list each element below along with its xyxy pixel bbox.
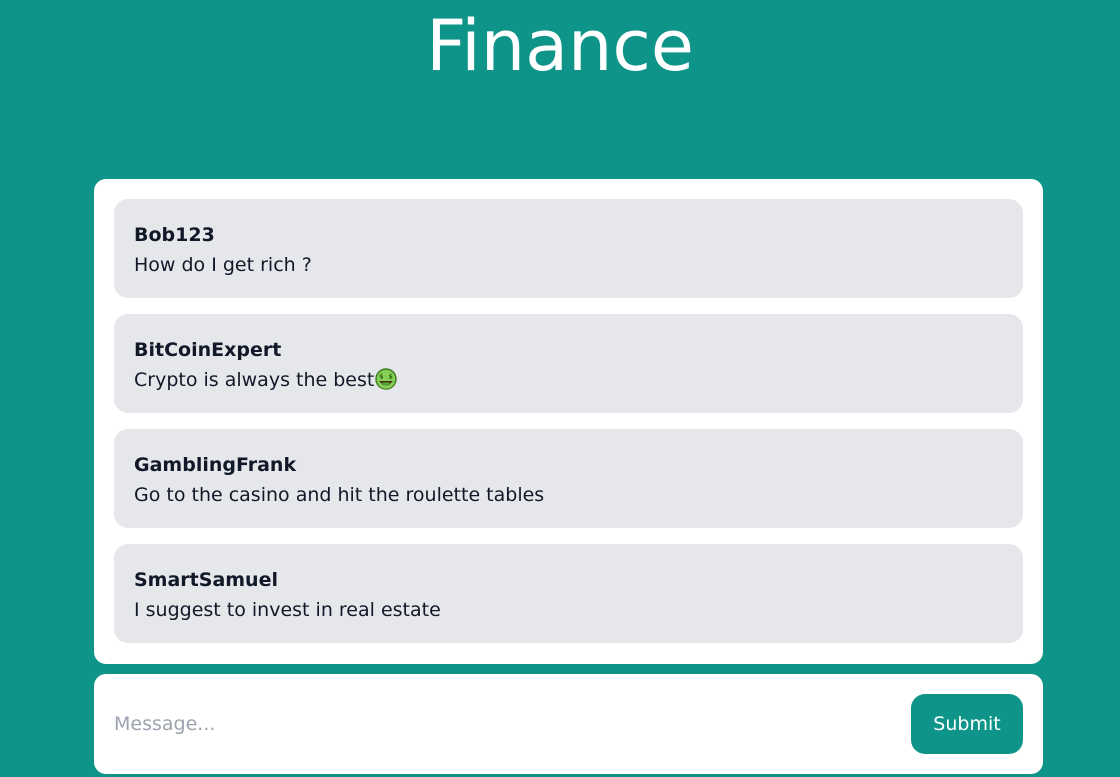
message-item: GamblingFrank Go to the casino and hit t…: [114, 429, 1023, 528]
message-author: Bob123: [134, 224, 215, 246]
message-composer: Submit: [94, 674, 1043, 774]
message-text: Go to the casino and hit the roulette ta…: [134, 484, 545, 506]
money-mouth-face-icon: $ $: [375, 368, 398, 390]
svg-text:$: $: [379, 372, 384, 380]
page-title: Finance: [426, 5, 694, 87]
message-text: Crypto is always the best: [134, 369, 375, 391]
svg-text:$: $: [389, 372, 394, 380]
message-input[interactable]: [114, 704, 911, 744]
page: Finance Bob123 How do I get rich ? BitCo…: [0, 0, 1120, 777]
message-list: Bob123 How do I get rich ? BitCoinExpert…: [94, 179, 1043, 664]
message-text: I suggest to invest in real estate: [134, 599, 441, 621]
message-item: BitCoinExpert Crypto is always the best …: [114, 314, 1023, 413]
message-text: How do I get rich ?: [134, 254, 312, 276]
message-author: BitCoinExpert: [134, 339, 282, 361]
message-item: Bob123 How do I get rich ?: [114, 199, 1023, 298]
message-text-line: Crypto is always the best $ $: [134, 367, 1003, 393]
submit-button[interactable]: Submit: [911, 694, 1023, 754]
message-author: SmartSamuel: [134, 569, 278, 591]
message-author: GamblingFrank: [134, 454, 297, 476]
message-item: SmartSamuel I suggest to invest in real …: [114, 544, 1023, 643]
